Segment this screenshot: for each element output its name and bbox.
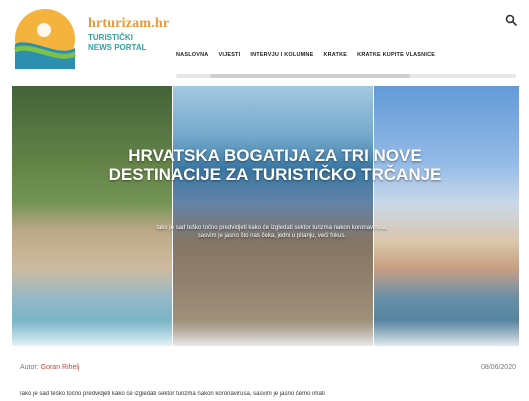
article-date: 08/06/2020 [480,364,516,371]
hero-title[interactable]: HRVATSKA BOGATIJA ZA TRI NOVE DESTINACIJ… [102,146,448,184]
article-excerpt: Iako je sad teško točno predvidjeti kako… [20,391,325,397]
brand-subtitle-2: NEWS PORTAL [88,43,147,52]
hero-description: Iako je sad teško točno predvidjeti kako… [156,225,388,239]
site-logo[interactable] [13,8,77,70]
search-icon[interactable] [505,14,517,29]
logo-mark-icon [13,9,77,69]
brand-subtitle-1: TURISTIČKI [88,33,133,42]
hero-overlay [12,86,519,346]
author-line: Autor: Goran Rihelj [20,364,80,371]
brand-name: hrturizam.hr [88,16,170,31]
nav-item-vijesti[interactable]: VIJESTI [218,52,240,58]
nav-item-naslovna[interactable]: NASLOVNA [176,52,208,58]
nav-scrollbar[interactable] [176,74,516,78]
hero-fade [12,320,519,346]
nav-item-kratke[interactable]: KRATKE [323,52,347,58]
nav-scrollbar-thumb[interactable] [210,74,410,78]
search-icon-svg [505,14,517,26]
author-name[interactable]: Goran Rihelj [41,364,80,371]
nav-item-intervju[interactable]: INTERVJU I KOLUMNE [250,52,313,58]
main-nav: NASLOVNA VIJESTI INTERVJU I KOLUMNE KRAT… [176,52,435,58]
author-label: Autor: [20,364,39,371]
brand-text[interactable]: hrturizam.hr TURISTIČKI NEWS PORTAL [88,16,169,52]
hero-banner[interactable]: HRVATSKA BOGATIJA ZA TRI NOVE DESTINACIJ… [12,86,519,346]
nav-item-kratke-kupite[interactable]: KRATKE KUPITE VLASNICE [357,52,435,58]
site-header: hrturizam.hr TURISTIČKI NEWS PORTAL NASL… [0,0,529,84]
